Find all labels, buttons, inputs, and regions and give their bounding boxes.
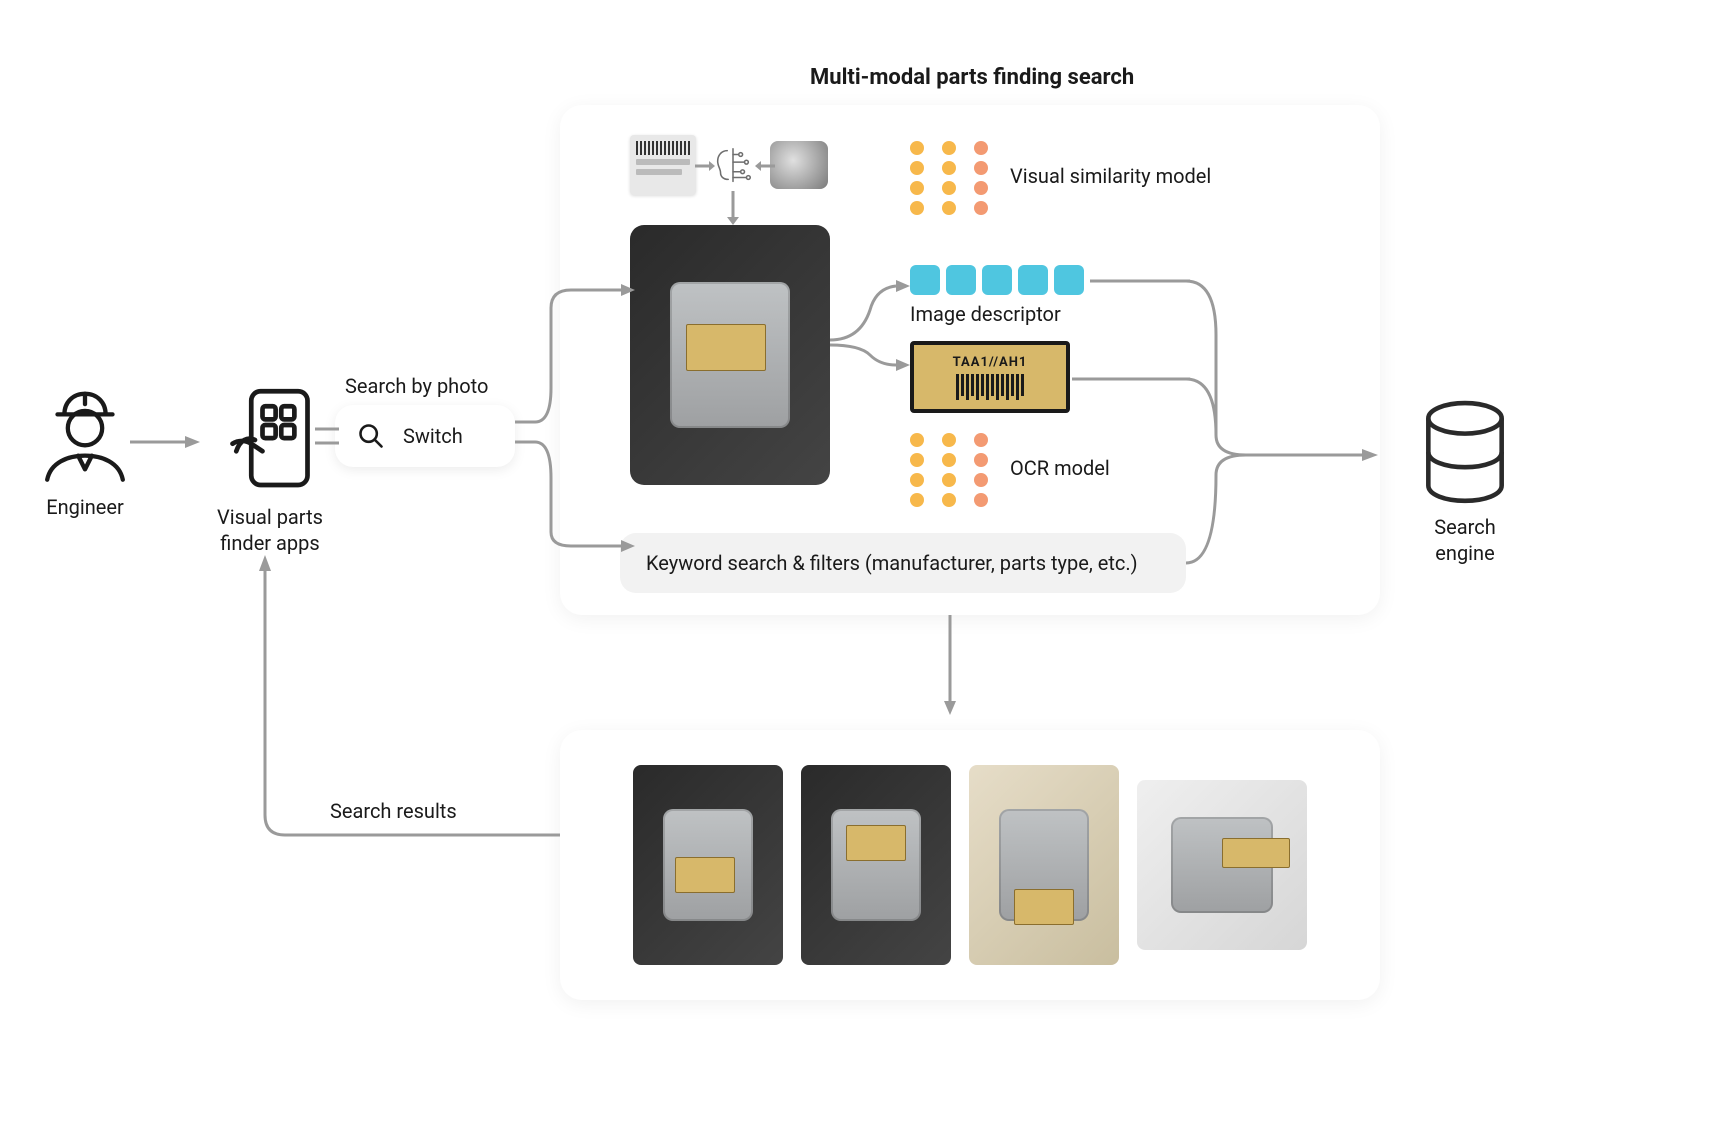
arrow-engineer-to-apps (130, 432, 200, 452)
ocr-model-label: OCR model (1010, 455, 1110, 481)
arrow-brain-to-photo (725, 191, 741, 225)
ocr-nn-icon (910, 433, 988, 507)
brain-ai-icon (710, 143, 756, 189)
database-icon (1415, 400, 1515, 510)
arrow-pill-to-panel (515, 288, 635, 548)
barcode-text: TAA1//AH1 (953, 355, 1028, 370)
arrow-part-to-brain (755, 160, 775, 172)
multimodal-title: Multi-modal parts finding search (810, 65, 1134, 90)
result-thumb (969, 765, 1119, 965)
arrow-results-to-apps (255, 555, 565, 875)
arrow-photo-to-barcode (830, 335, 910, 375)
arrow-label-to-brain (695, 160, 715, 172)
search-icon (357, 422, 385, 450)
apps-label: Visual parts finder apps (195, 504, 345, 556)
arrow-merge-to-engine (1186, 275, 1386, 575)
multimodal-panel: Visual similarity model Image descriptor… (560, 105, 1380, 615)
result-thumb (801, 765, 951, 965)
search-term: Switch (403, 424, 463, 448)
image-descriptor-label: Image descriptor (910, 301, 1061, 327)
results-panel (560, 730, 1380, 1000)
visual-similarity-nn-icon (910, 141, 988, 215)
keyword-filter-bar[interactable]: Keyword search & filters (manufacturer, … (620, 533, 1186, 593)
search-input-pill[interactable]: Switch (335, 405, 515, 467)
search-by-photo-label: Search by photo (345, 373, 488, 399)
engineer-label: Engineer (20, 494, 150, 520)
connector-apps-to-pill (315, 421, 339, 451)
arrow-descriptor-out (1090, 275, 1190, 287)
label-thumb-icon (630, 135, 696, 195)
barcode-crop: TAA1//AH1 (910, 341, 1070, 413)
image-descriptor-icon (910, 265, 1084, 295)
arrow-panel-to-results (940, 615, 960, 715)
search-engine-node: Search engine (1400, 400, 1530, 566)
visual-similarity-label: Visual similarity model (1010, 163, 1211, 189)
apps-node: Visual parts finder apps (195, 380, 345, 556)
arrow-barcode-out (1072, 373, 1190, 385)
part-thumb-icon (770, 141, 828, 189)
search-engine-label: Search engine (1400, 514, 1530, 566)
engineer-icon (30, 380, 140, 490)
result-thumb (633, 765, 783, 965)
result-thumb (1137, 780, 1307, 950)
query-photo (630, 225, 830, 485)
phone-apps-icon (210, 380, 330, 500)
